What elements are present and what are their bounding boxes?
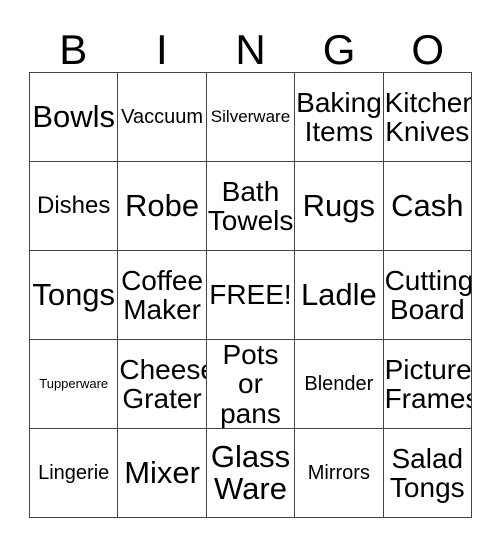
table-row: Bowls Vaccuum Silverware Baking Items Ki… [28,72,473,162]
bingo-cell[interactable]: Baking Items [294,72,384,162]
bingo-cell[interactable]: Cheese Grater [117,339,207,429]
header-letter-o: O [411,26,444,73]
bingo-cell-label: Salad Tongs [389,442,465,503]
bingo-cell[interactable]: Tupperware [28,339,119,429]
bingo-cell-label: Bowls [32,98,116,134]
bingo-cell-label: Mirrors [307,461,370,484]
bingo-cell-label: Cutting Board [384,264,472,325]
bingo-cell-label: Blender [304,372,374,395]
bingo-cell-label: Ladle [300,276,377,312]
bingo-cell-label: Coffee Maker [121,264,204,325]
bingo-cell[interactable]: Coffee Maker [117,250,207,340]
bingo-cell[interactable]: Mixer [117,428,207,518]
bingo-cell-label: Dishes [37,191,111,219]
bingo-cell-label: Cash [391,187,464,223]
bingo-cell-label: Robe [125,187,200,223]
header-letter-g: G [322,26,356,73]
bingo-cell-label: Pots or pans [220,339,281,429]
bingo-cell-label: Tupperware [39,376,109,392]
bingo-card: B I N G O Bowls Vaccuum Silverware Bakin… [28,18,473,518]
bingo-cell-label: Rugs [302,187,376,223]
bingo-cell[interactable]: Blender [294,339,384,429]
bingo-cell[interactable]: Vaccuum [117,72,207,162]
bingo-cell-label: Vaccuum [121,105,204,128]
header-letter-i: I [156,26,168,73]
bingo-cell[interactable]: Salad Tongs [382,428,473,518]
bingo-cell[interactable]: Glass Ware [205,428,296,518]
bingo-cell-label: Picture Frames [384,353,472,414]
bingo-cell-label: Mixer [124,454,200,490]
bingo-cell[interactable]: Mirrors [294,428,384,518]
bingo-cell[interactable]: Silverware [205,72,296,162]
bingo-cell[interactable]: Picture Frames [382,339,473,429]
bingo-grid: Bowls Vaccuum Silverware Baking Items Ki… [28,72,473,518]
table-row: Tupperware Cheese Grater Pots or pans Bl… [28,339,473,429]
bingo-cell[interactable]: Dishes [28,161,119,251]
bingo-cell[interactable]: Cutting Board [382,250,473,340]
table-row: Lingerie Mixer Glass Ware Mirrors Salad … [28,428,473,518]
bingo-cell-label: Lingerie [38,461,110,484]
bingo-cell-label: Glass Ware [210,438,291,506]
bingo-cell-label: Kitchen Knives [384,86,472,147]
bingo-cell[interactable]: Bath Towels [205,161,296,251]
header-letter-n: N [235,26,266,73]
bingo-cell-label: Tongs [32,276,116,312]
bingo-cell-label: Cheese Grater [119,353,207,414]
bingo-cell[interactable]: Bowls [28,72,119,162]
bingo-cell-label: Silverware [210,107,291,127]
bingo-cell[interactable]: Lingerie [28,428,119,518]
table-row: Tongs Coffee Maker FREE! Ladle Cutting B… [28,250,473,340]
bingo-cell[interactable]: Ladle [294,250,384,340]
header-letter-b: B [59,26,88,73]
bingo-cell[interactable]: Rugs [294,161,384,251]
bingo-cell[interactable]: Cash [382,161,473,251]
table-row: Dishes Robe Bath Towels Rugs Cash [28,161,473,251]
bingo-cell-label: Bath Towels [207,175,294,236]
bingo-cell[interactable]: Kitchen Knives [382,72,473,162]
bingo-cell[interactable]: Pots or pans [205,339,296,429]
bingo-cell-free[interactable]: FREE! [205,250,296,340]
bingo-header-row: B I N G O [29,18,472,72]
bingo-cell[interactable]: Robe [117,161,207,251]
bingo-cell-label: FREE! [209,279,292,311]
bingo-cell-label: Baking Items [296,86,382,147]
bingo-cell[interactable]: Tongs [28,250,119,340]
